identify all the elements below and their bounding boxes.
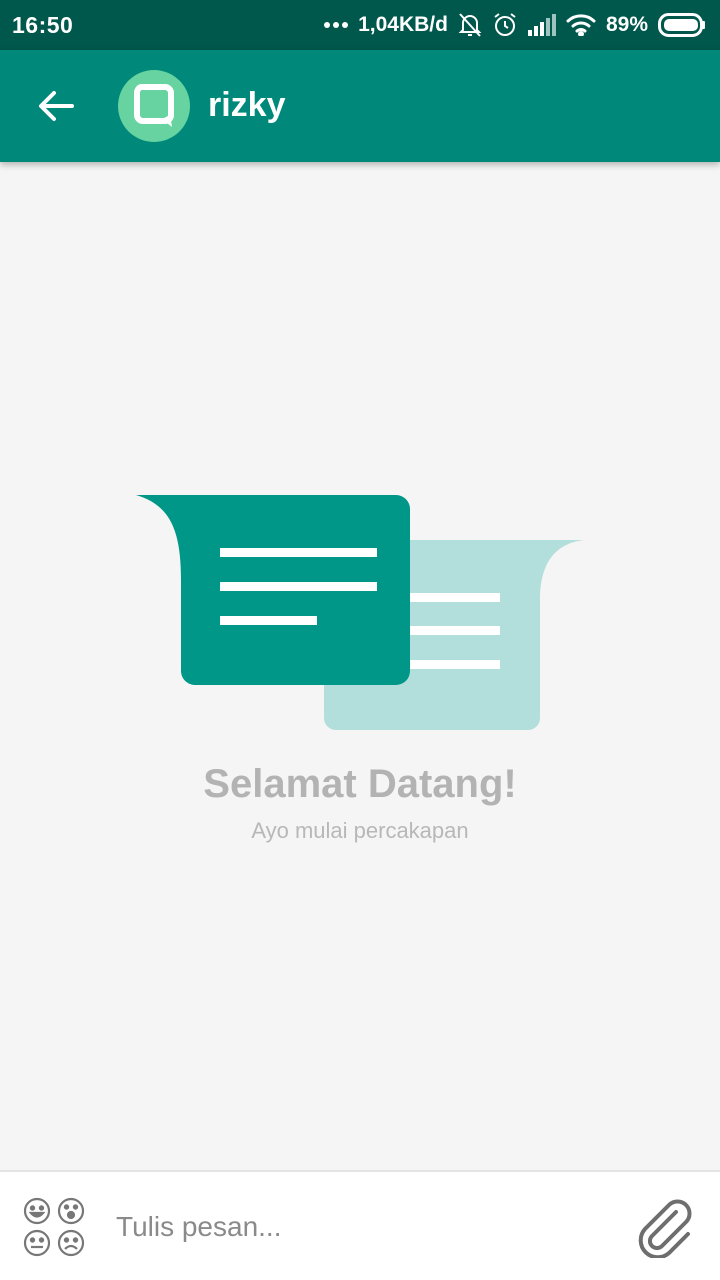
message-composer (0, 1170, 720, 1280)
battery-level: 89% (605, 13, 648, 36)
chat-header: rizky (0, 50, 720, 162)
alarm-icon (492, 12, 518, 38)
arrow-left-icon (39, 91, 74, 121)
message-input[interactable] (116, 1200, 616, 1254)
status-time: 16:50 (12, 11, 74, 38)
paperclip-icon (638, 1199, 692, 1260)
avatar[interactable] (118, 70, 190, 142)
emoji-button[interactable] (20, 1196, 88, 1258)
network-speed: 1,04KB/d (358, 13, 448, 36)
status-bar: 16:50 1,04KB/d 89% (0, 0, 720, 50)
status-icons: 1,04KB/d 89% (324, 12, 706, 38)
q-logo-icon (134, 84, 174, 127)
wifi-icon (566, 14, 596, 36)
contact-name[interactable]: rizky (208, 86, 286, 125)
back-button[interactable] (26, 76, 86, 136)
welcome-subtitle: Ayo mulai percakapan (251, 818, 469, 843)
signal-icon (527, 14, 556, 36)
bell-off-icon (458, 12, 482, 38)
emoji-faces-icon (23, 1197, 85, 1257)
battery-icon (658, 13, 706, 37)
more-dots-icon (324, 21, 349, 29)
attach-button[interactable] (636, 1196, 696, 1260)
chat-bubbles-icon (136, 495, 584, 730)
welcome-title: Selamat Datang! (203, 762, 517, 806)
